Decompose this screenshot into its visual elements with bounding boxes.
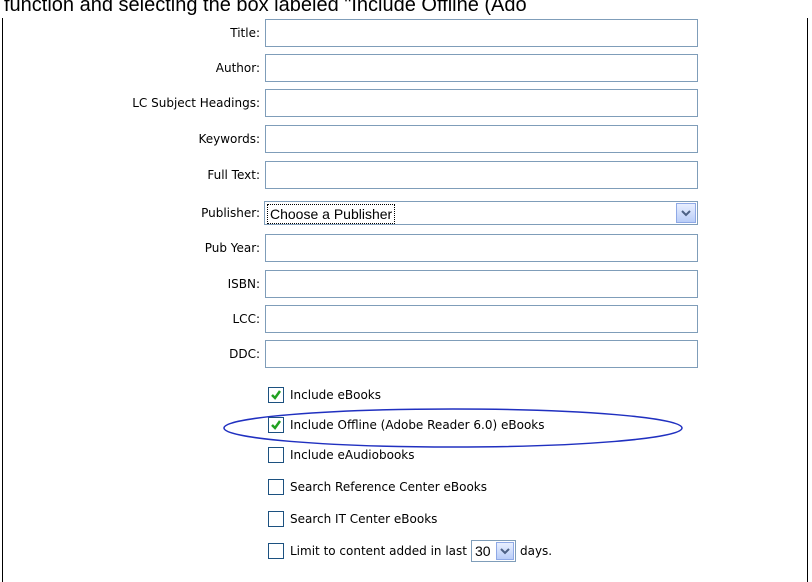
- include-eaudiobooks-checkbox[interactable]: [268, 447, 284, 463]
- checkmark-icon: [271, 390, 282, 400]
- advanced-search-form: Title: Author: LC Subject Headings: Keyw…: [2, 18, 808, 582]
- lcc-row: LCC:: [3, 304, 809, 334]
- search-it-center-label: Search IT Center eBooks: [290, 512, 438, 526]
- limit-content-option[interactable]: Limit to content added in last 30 days.: [268, 540, 552, 562]
- limit-suffix-label: days.: [519, 544, 553, 558]
- author-row: Author:: [3, 53, 809, 83]
- lc-subject-input[interactable]: [265, 89, 698, 117]
- ddc-label: DDC:: [229, 347, 260, 361]
- instruction-caption: function and selecting the box labeled "…: [4, 0, 527, 16]
- title-input[interactable]: [265, 19, 698, 47]
- pub-year-row: Pub Year:: [3, 233, 809, 263]
- days-select[interactable]: 30: [470, 540, 516, 562]
- chevron-down-icon[interactable]: [676, 203, 696, 223]
- keywords-label: Keywords:: [198, 132, 260, 146]
- author-input[interactable]: [265, 54, 698, 82]
- limit-content-checkbox[interactable]: [268, 543, 284, 559]
- highlight-ellipse: [223, 408, 683, 448]
- isbn-row: ISBN:: [3, 269, 809, 299]
- author-label: Author:: [215, 61, 260, 75]
- full-text-input[interactable]: [265, 161, 698, 189]
- ddc-input[interactable]: [265, 340, 698, 368]
- keywords-row: Keywords:: [3, 124, 809, 154]
- include-ebooks-checkbox[interactable]: [268, 387, 284, 403]
- publisher-label: Publisher:: [201, 206, 260, 220]
- search-reference-center-label: Search Reference Center eBooks: [290, 480, 487, 494]
- ddc-row: DDC:: [3, 339, 809, 369]
- lc-subject-row: LC Subject Headings:: [3, 88, 809, 118]
- keywords-input[interactable]: [265, 125, 698, 153]
- full-text-row: Full Text:: [3, 160, 809, 190]
- pub-year-input[interactable]: [265, 234, 698, 262]
- include-ebooks-label: Include eBooks: [290, 388, 381, 402]
- chevron-down-icon[interactable]: [495, 542, 514, 560]
- search-reference-center-checkbox[interactable]: [268, 479, 284, 495]
- full-text-label: Full Text:: [207, 168, 260, 182]
- days-value: 30: [474, 543, 491, 559]
- publisher-selected-value: Choose a Publisher: [267, 204, 396, 224]
- lc-subject-label: LC Subject Headings:: [132, 96, 260, 110]
- isbn-input[interactable]: [265, 270, 698, 298]
- lcc-label: LCC:: [232, 312, 261, 326]
- limit-prefix-label: Limit to content added in last: [290, 544, 467, 558]
- isbn-label: ISBN:: [227, 277, 260, 291]
- title-label: Title:: [230, 26, 260, 40]
- search-it-center-checkbox[interactable]: [268, 511, 284, 527]
- pub-year-label: Pub Year:: [204, 241, 260, 255]
- include-eaudiobooks-label: Include eAudiobooks: [290, 448, 415, 462]
- title-row: Title:: [3, 18, 809, 48]
- publisher-select[interactable]: Choose a Publisher: [264, 201, 698, 225]
- search-it-center-option[interactable]: Search IT Center eBooks: [268, 508, 437, 530]
- include-ebooks-option[interactable]: Include eBooks: [268, 384, 381, 406]
- lcc-input[interactable]: [265, 305, 698, 333]
- search-reference-center-option[interactable]: Search Reference Center eBooks: [268, 476, 487, 498]
